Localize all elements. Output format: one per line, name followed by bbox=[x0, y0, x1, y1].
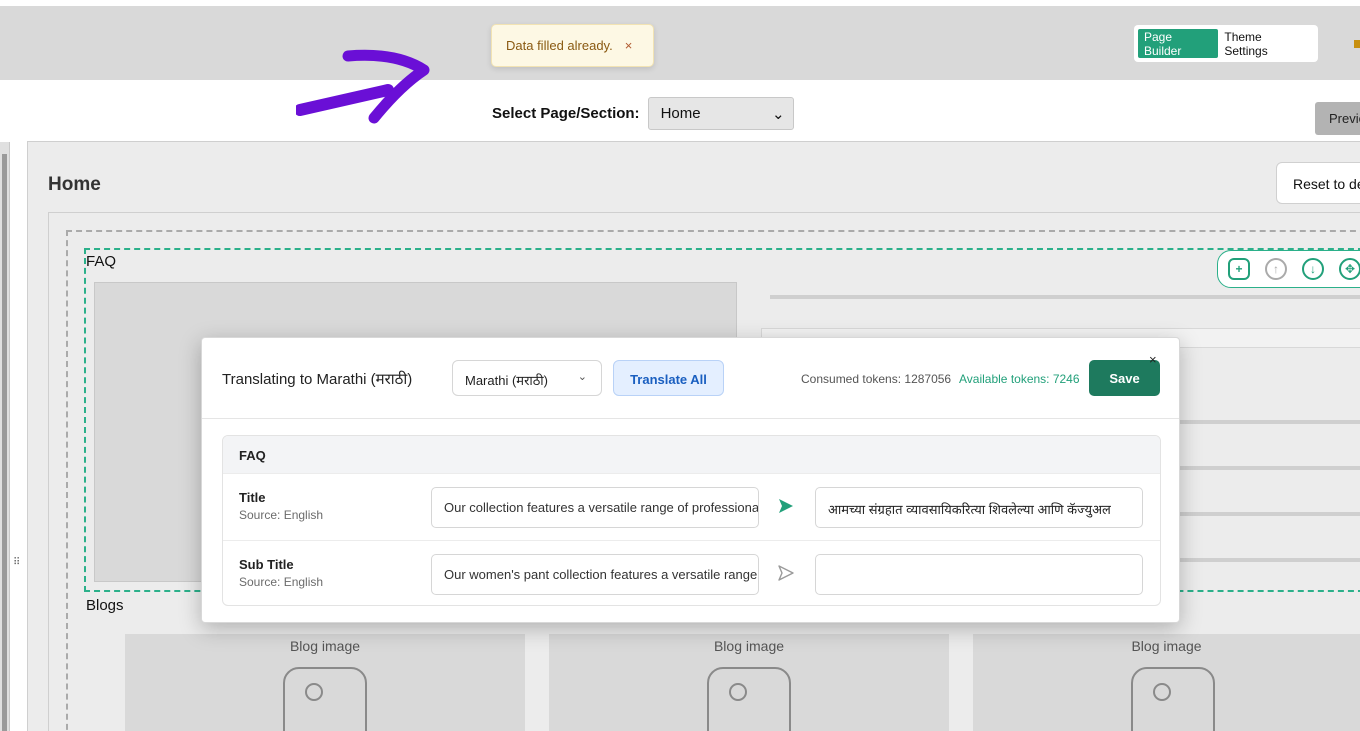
move-icon[interactable]: ✥ bbox=[1339, 258, 1360, 280]
scrollbar-thumb[interactable] bbox=[2, 154, 7, 731]
translation-modal: Translating to Marathi (मराठी) Marathi (… bbox=[201, 337, 1180, 623]
page-select[interactable]: Home ⌄ bbox=[647, 97, 794, 130]
blog-card: Blog image bbox=[973, 634, 1360, 731]
send-translate-icon[interactable] bbox=[777, 497, 795, 515]
blog-card: Blog image bbox=[125, 634, 525, 731]
field-source: Source: English bbox=[239, 575, 324, 589]
image-placeholder-icon bbox=[707, 667, 791, 731]
reset-button[interactable]: Reset to de bbox=[1276, 162, 1360, 204]
blog-image-caption: Blog image bbox=[713, 638, 785, 654]
page-section-selector: Select Page/Section: Home ⌄ bbox=[492, 97, 794, 130]
blog-card: Blog image bbox=[549, 634, 949, 731]
close-icon[interactable]: × bbox=[1149, 352, 1157, 367]
modal-title: Translating to Marathi (मराठी) bbox=[222, 371, 413, 388]
field-name: Title bbox=[239, 490, 266, 505]
available-tokens: Available tokens: 7246 bbox=[959, 372, 1080, 386]
field-source: Source: English bbox=[239, 508, 324, 522]
language-select-value: Marathi (मराठी) bbox=[465, 373, 548, 388]
translation-table: FAQ Title Source: English Our collection… bbox=[222, 435, 1161, 606]
page-title: Home bbox=[48, 174, 101, 195]
target-text-field[interactable]: आमच्या संग्रहात व्यावसायिकरित्या शिवलेल्… bbox=[815, 487, 1143, 528]
field-name: Sub Title bbox=[239, 557, 294, 572]
faq-section-label: FAQ bbox=[86, 253, 117, 270]
tab-page-builder[interactable]: Page Builder bbox=[1138, 29, 1219, 58]
move-up-icon[interactable]: ↑ bbox=[1265, 258, 1287, 280]
select-label: Select Page/Section: bbox=[492, 105, 640, 122]
builder-tabs: Page Builder Theme Settings bbox=[1134, 25, 1318, 62]
table-row: Sub Title Source: English Our women's pa… bbox=[223, 540, 1160, 605]
section-toolbar: + ↑ ↓ ✥ bbox=[1217, 250, 1360, 288]
table-row: Title Source: English Our collection fea… bbox=[223, 473, 1160, 540]
image-placeholder-icon bbox=[1131, 667, 1215, 731]
toast-notification: Data filled already. × bbox=[491, 24, 654, 67]
chevron-down-icon: ⌄ bbox=[577, 371, 587, 383]
blog-image-caption: Blog image bbox=[1131, 638, 1202, 654]
divider bbox=[202, 418, 1179, 419]
duplicate-icon[interactable]: + bbox=[1228, 258, 1250, 280]
chevron-down-icon: ⌄ bbox=[771, 105, 785, 123]
blogs-section-label: Blogs bbox=[86, 597, 124, 614]
page-select-value: Home bbox=[660, 105, 701, 122]
tab-theme-settings[interactable]: Theme Settings bbox=[1218, 29, 1314, 58]
edge-marker bbox=[1354, 40, 1360, 48]
source-text-field[interactable]: Our women's pant collection features a v… bbox=[431, 554, 759, 595]
source-text-field[interactable]: Our collection features a versatile rang… bbox=[431, 487, 759, 528]
move-down-icon[interactable]: ↓ bbox=[1302, 258, 1324, 280]
faq-placeholder-line bbox=[770, 295, 1360, 299]
translate-all-button[interactable]: Translate All bbox=[613, 360, 724, 396]
preview-button[interactable]: Previe bbox=[1315, 102, 1360, 135]
annotation-arrow-icon bbox=[296, 49, 430, 124]
send-translate-icon[interactable] bbox=[777, 564, 795, 582]
drag-handle-icon[interactable]: ⠿ bbox=[13, 557, 20, 568]
image-placeholder-icon bbox=[283, 667, 367, 731]
blog-image-caption: Blog image bbox=[289, 638, 361, 654]
consumed-tokens: Consumed tokens: 1287056 bbox=[801, 372, 952, 386]
toast-close-icon[interactable]: × bbox=[625, 38, 633, 53]
target-text-field[interactable] bbox=[815, 554, 1143, 595]
table-section-header: FAQ bbox=[223, 436, 1160, 473]
toast-message: Data filled already. bbox=[506, 38, 613, 53]
left-scrollbar[interactable] bbox=[0, 142, 10, 731]
language-select[interactable]: Marathi (मराठी) ⌄ bbox=[452, 360, 602, 396]
